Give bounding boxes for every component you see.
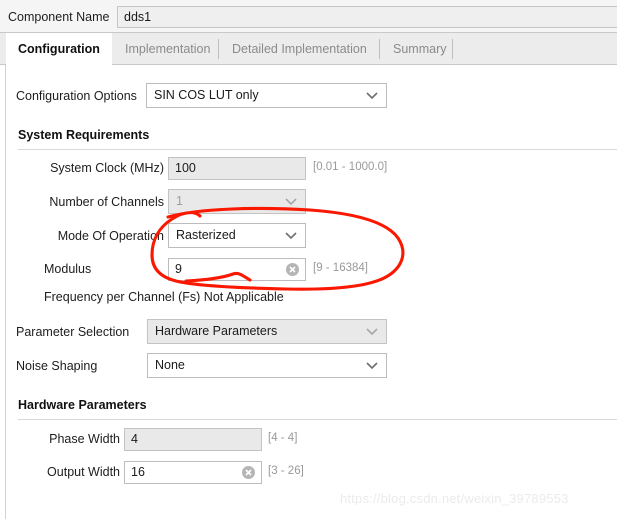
clear-circle-icon[interactable]	[286, 263, 299, 276]
phase-width-range: [4 - 4]	[268, 432, 298, 444]
number-of-channels-label: Number of Channels	[49, 195, 164, 209]
section-title-system-requirements: System Requirements	[18, 128, 150, 142]
noise-shaping-dropdown[interactable]: None	[147, 353, 387, 378]
phase-width-label: Phase Width	[49, 432, 120, 446]
chevron-down-icon	[366, 327, 378, 336]
section-rule	[18, 419, 617, 420]
mode-of-operation-dropdown[interactable]: Rasterized	[168, 223, 306, 248]
chevron-down-icon	[285, 197, 297, 206]
tab-summary[interactable]: Summary	[381, 33, 458, 65]
mode-of-operation-label: Mode Of Operation	[57, 229, 164, 243]
component-name-label: Component Name	[8, 10, 110, 24]
output-width-range: [3 - 26]	[268, 465, 304, 477]
output-width-label: Output Width	[47, 465, 120, 479]
tab-separator	[452, 39, 453, 59]
system-clock-label: System Clock (MHz)	[50, 161, 164, 175]
tab-strip: Configuration Implementation Detailed Im…	[0, 33, 617, 65]
modulus-value: 9	[175, 262, 182, 276]
configuration-panel: Configuration Options SIN COS LUT only S…	[0, 65, 617, 519]
chevron-down-icon	[285, 231, 297, 240]
chevron-down-icon	[366, 91, 378, 100]
tab-detailed-implementation[interactable]: Detailed Implementation	[220, 33, 379, 65]
noise-shaping-label: Noise Shaping	[16, 359, 98, 373]
clear-circle-icon[interactable]	[242, 466, 255, 479]
component-name-bar: Component Name	[0, 0, 617, 33]
output-width-input[interactable]: 16	[124, 461, 262, 484]
configuration-options-value: SIN COS LUT only	[154, 88, 259, 102]
panel-left-border	[5, 65, 6, 519]
modulus-range: [9 - 16384]	[313, 262, 368, 274]
output-width-value: 16	[131, 465, 145, 479]
number-of-channels-value: 1	[176, 194, 183, 208]
tab-configuration[interactable]: Configuration	[6, 33, 112, 65]
section-title-hardware-parameters: Hardware Parameters	[18, 398, 147, 412]
parameter-selection-value: Hardware Parameters	[155, 324, 278, 338]
tab-implementation[interactable]: Implementation	[113, 33, 222, 65]
tab-separator	[379, 39, 380, 59]
parameter-selection-dropdown[interactable]: Hardware Parameters	[147, 319, 387, 344]
system-clock-value: 100	[175, 161, 196, 175]
mode-of-operation-value: Rasterized	[176, 228, 236, 242]
configuration-options-label: Configuration Options	[16, 89, 137, 103]
phase-width-value: 4	[131, 432, 138, 446]
phase-width-input[interactable]: 4	[124, 428, 262, 451]
component-name-input[interactable]	[117, 6, 617, 28]
modulus-input[interactable]: 9	[168, 258, 306, 281]
configuration-options-dropdown[interactable]: SIN COS LUT only	[146, 83, 387, 108]
modulus-label: Modulus	[44, 262, 92, 276]
system-clock-input[interactable]: 100	[168, 157, 306, 180]
system-clock-range: [0.01 - 1000.0]	[313, 161, 388, 173]
noise-shaping-value: None	[155, 358, 185, 372]
watermark-text: https://blog.csdn.net/weixin_39789553	[340, 491, 569, 506]
section-rule	[18, 149, 617, 150]
tab-separator	[218, 39, 219, 59]
number-of-channels-dropdown[interactable]: 1	[168, 189, 306, 214]
frequency-per-channel-text: Frequency per Channel (Fs) Not Applicabl…	[44, 290, 284, 304]
parameter-selection-label: Parameter Selection	[16, 325, 130, 339]
chevron-down-icon	[366, 361, 378, 370]
